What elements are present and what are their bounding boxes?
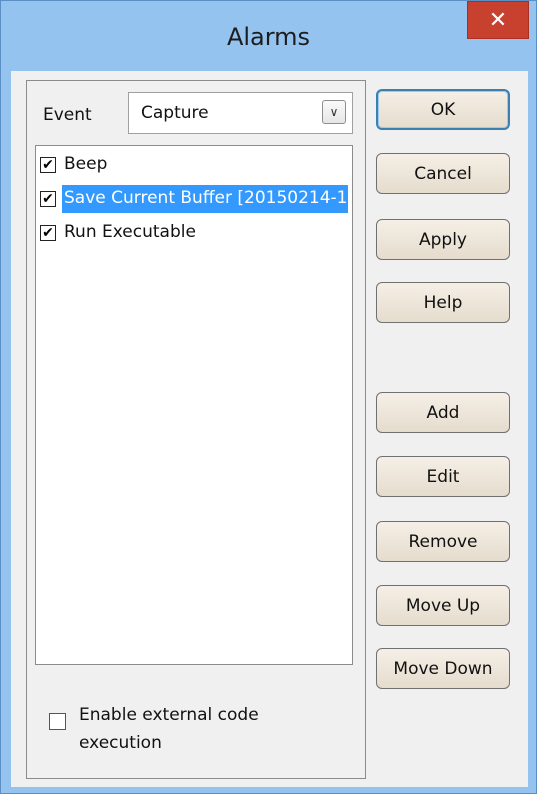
list-item-save-current-buffer[interactable]: ✔ Save Current Buffer [20150214-1455]: [40, 182, 352, 215]
ok-button[interactable]: OK: [376, 89, 510, 130]
title-bar[interactable]: Alarms ✕: [1, 1, 536, 71]
alarm-actions-list[interactable]: ✔ Beep ✔ Save Current Buffer [20150214-1…: [35, 145, 353, 665]
add-button[interactable]: Add: [376, 392, 510, 433]
external-code-checkbox[interactable]: [49, 713, 66, 730]
run-executable-checkbox[interactable]: ✔: [40, 225, 56, 241]
move-down-button[interactable]: Move Down: [376, 648, 510, 689]
save-buffer-checkbox[interactable]: ✔: [40, 191, 56, 207]
list-item-run-executable[interactable]: ✔ Run Executable: [40, 216, 352, 249]
list-item-label: Run Executable: [64, 222, 196, 242]
chevron-down-icon[interactable]: ∨: [322, 100, 346, 124]
alarm-settings-group: Event Capture ∨ ✔ Beep ✔ Save Current Bu…: [26, 80, 366, 779]
event-dropdown-value: Capture: [141, 103, 209, 123]
apply-button[interactable]: Apply: [376, 219, 510, 260]
move-up-button[interactable]: Move Up: [376, 585, 510, 626]
close-icon: ✕: [488, 7, 508, 33]
close-button[interactable]: ✕: [467, 1, 529, 39]
event-dropdown[interactable]: Capture ∨: [128, 92, 353, 134]
external-code-label[interactable]: Enable external code execution: [79, 701, 339, 757]
cancel-button[interactable]: Cancel: [376, 153, 510, 194]
dialog-body: Event Capture ∨ ✔ Beep ✔ Save Current Bu…: [11, 71, 528, 787]
alarms-dialog: Alarms ✕ Event Capture ∨ ✔ Beep ✔ Save C…: [0, 0, 537, 794]
beep-checkbox[interactable]: ✔: [40, 157, 56, 173]
edit-button[interactable]: Edit: [376, 456, 510, 497]
remove-button[interactable]: Remove: [376, 521, 510, 562]
help-button[interactable]: Help: [376, 282, 510, 323]
list-item-label: Beep: [64, 154, 108, 174]
list-item-label: Save Current Buffer [20150214-1455]: [62, 185, 348, 213]
event-label: Event: [43, 105, 92, 125]
window-title: Alarms: [226, 23, 311, 51]
list-item-beep[interactable]: ✔ Beep: [40, 148, 352, 181]
